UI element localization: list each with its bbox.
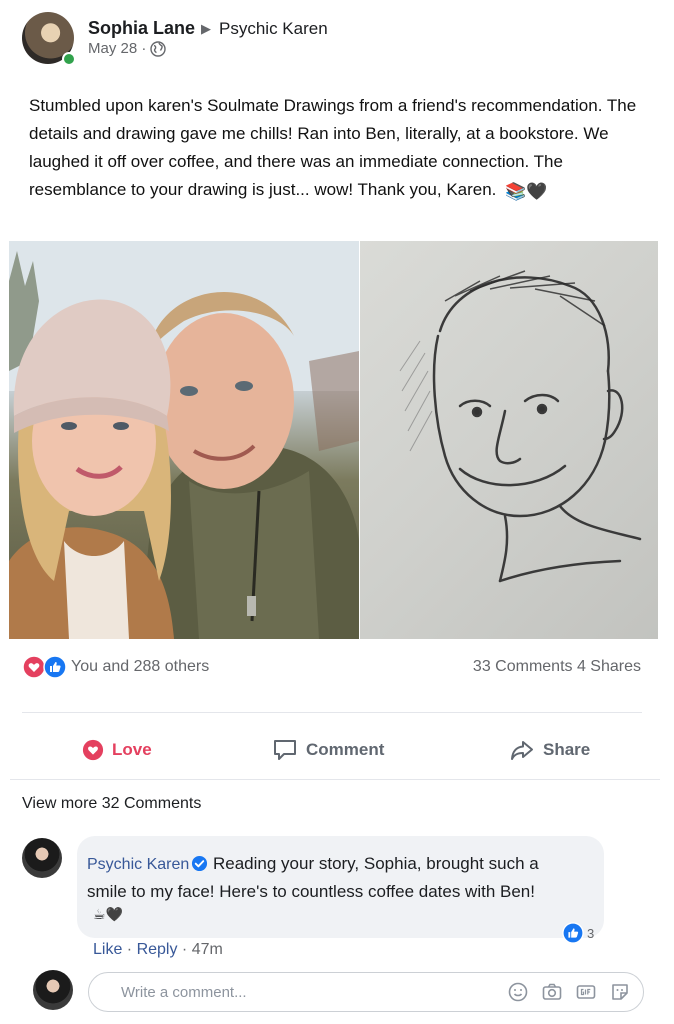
love-icon (82, 739, 104, 761)
divider (10, 779, 660, 780)
commenter-avatar[interactable] (22, 838, 62, 878)
books-heart-emoji: 📚🖤 (505, 182, 548, 201)
selfie-photo[interactable] (9, 241, 359, 639)
comment-line-1: Reading your story, Sophia, brought such… (213, 854, 539, 873)
current-user-avatar (33, 970, 73, 1010)
comment-label: Comment (306, 740, 385, 759)
comment-like-link[interactable]: Like (93, 941, 122, 958)
comment-icon (274, 740, 296, 760)
share-button[interactable]: Share (509, 728, 590, 772)
emoji-icon[interactable] (507, 981, 529, 1003)
author-line: Sophia Lane ▶ Psychic Karen (88, 18, 328, 39)
arrow-right-icon: ▶ (201, 21, 212, 36)
share-icon (511, 741, 533, 760)
share-label: Share (543, 740, 591, 759)
like-icon (562, 922, 584, 944)
author-name[interactable]: Sophia Lane (88, 18, 195, 38)
post-body: Stumbled upon karen's Soulmate Drawings … (29, 92, 649, 206)
camera-icon[interactable] (541, 981, 563, 1003)
globe-icon (150, 40, 167, 57)
sketch-illustration (399, 270, 642, 583)
online-status-dot (62, 52, 76, 66)
reactions-summary[interactable]: You and 288 others (22, 655, 209, 679)
view-more-comments-link[interactable]: View more 32 Comments (22, 795, 201, 813)
coffee-heart-emoji: ☕🖤 (93, 906, 123, 922)
comment-input-box[interactable] (88, 972, 644, 1012)
comments-shares-count[interactable]: 33 Comments 4 Shares (473, 658, 641, 676)
reaction-count[interactable]: You and 288 others (71, 658, 209, 676)
separator-dot: · (177, 941, 192, 958)
post-meta: May 28 · (88, 40, 167, 57)
love-label: Love (112, 740, 152, 759)
sticker-icon[interactable] (609, 981, 631, 1003)
love-button[interactable]: Love (82, 728, 152, 772)
comment-time[interactable]: 47m (192, 941, 223, 958)
post-date[interactable]: May 28 · (88, 40, 146, 57)
comment-input-tools (507, 981, 631, 1003)
comment-like-count: 3 (587, 925, 595, 941)
comment-button[interactable]: Comment (272, 728, 384, 772)
comment-text: Psychic Karen Reading your story, Sophia… (87, 850, 592, 905)
comment-bubble: Psychic Karen Reading your story, Sophia… (77, 836, 604, 938)
verified-badge-icon (192, 855, 208, 872)
selfie-illustration (9, 241, 359, 639)
divider (22, 712, 642, 713)
comment-author[interactable]: Psychic Karen (87, 856, 189, 873)
target-page-name[interactable]: Psychic Karen (219, 19, 328, 38)
comment-actions: Like · Reply · 47m (93, 941, 223, 959)
comment-input[interactable] (121, 983, 507, 1001)
comment-like-badge[interactable]: 3 (562, 922, 594, 944)
gif-icon[interactable] (575, 981, 597, 1003)
comment-reply-link[interactable]: Reply (137, 941, 178, 958)
comment-line-2: smile to my face! Here's to countless co… (87, 882, 535, 901)
sketch-drawing[interactable] (360, 241, 658, 639)
action-bar: Love Comment Share (22, 728, 652, 772)
post-header: Sophia Lane ▶ Psychic Karen May 28 · (22, 12, 652, 68)
separator-dot: · (122, 941, 137, 958)
like-icon (43, 655, 67, 679)
